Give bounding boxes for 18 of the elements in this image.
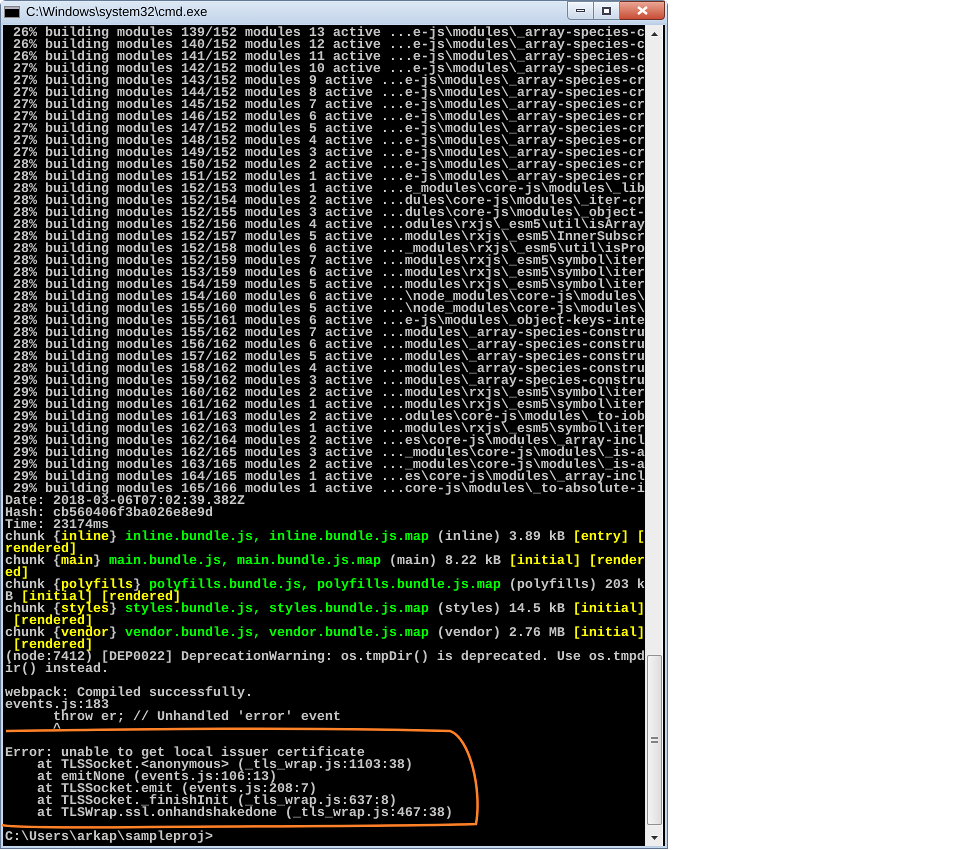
console-line: rendered]: [5, 544, 77, 556]
console-app-icon: [4, 6, 20, 18]
console-line: throw er; // Unhandled 'error' event: [52, 712, 341, 724]
console-line: C:\Users\arkap\sampleproj>: [5, 832, 213, 844]
window-title: C:\Windows\system32\cmd.exe: [26, 3, 208, 22]
console-line: ed]: [5, 568, 29, 580]
minimize-button[interactable]: [567, 1, 594, 20]
console-line: 29% building modules 165/166 modules 1 active ...core-js\modules\_to-absolute-i: [12, 484, 645, 496]
console-line: at TLSWrap.ssl.onhandshakedone (_tls_wrap.js:467:38): [36, 808, 453, 820]
console-line: ^: [52, 724, 61, 736]
console-line: ir() instead.: [5, 664, 109, 676]
scroll-thumb[interactable]: [647, 655, 662, 825]
close-button[interactable]: [620, 1, 665, 20]
console-line: events.js:183: [5, 700, 109, 712]
maximize-button[interactable]: [594, 1, 620, 20]
close-icon: [636, 6, 648, 15]
scrollbar[interactable]: [645, 25, 663, 846]
console-line: at TLSSocket.<anonymous> (_tls_wrap.js:1103:38): [36, 760, 413, 772]
